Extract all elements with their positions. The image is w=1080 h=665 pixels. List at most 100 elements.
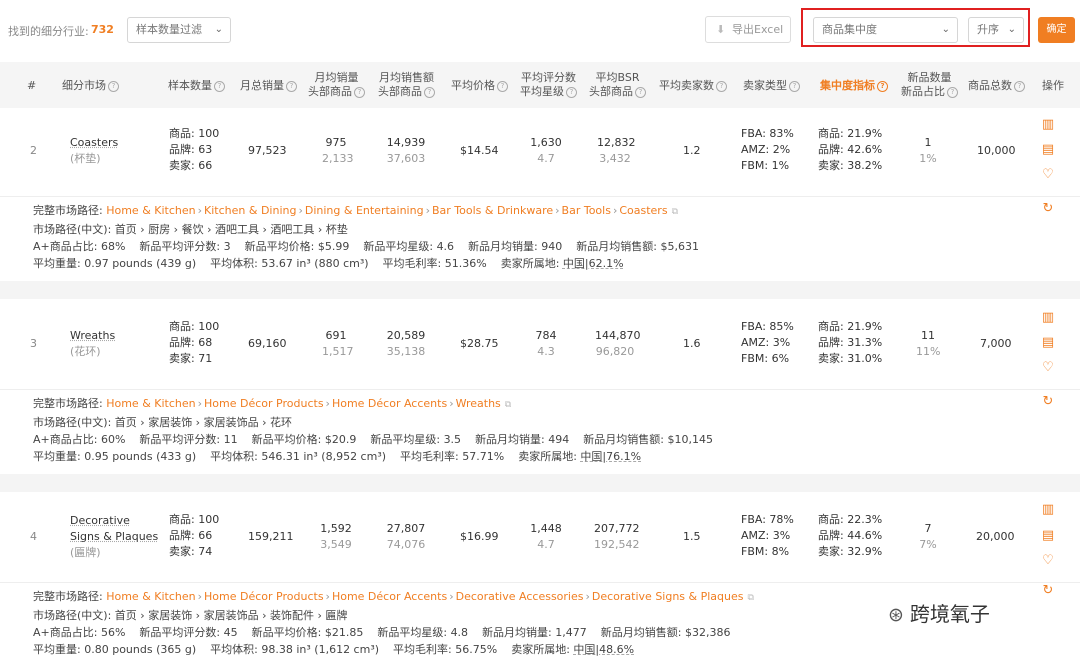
confirm-button[interactable]: 确定 [1038, 17, 1075, 43]
header-rating[interactable]: 平均评分数 平均星级? [520, 71, 577, 99]
chart-icon[interactable]: ▥ [1041, 503, 1055, 517]
new-products: 11 11% [916, 329, 941, 358]
help-icon[interactable]: ? [214, 81, 225, 92]
header-ops: 操作 [1042, 79, 1064, 92]
bsr: 207,772 192,542 [594, 522, 640, 551]
watermark: ⊛ 跨境氧子 [888, 602, 990, 626]
header-sample[interactable]: 样本数量? [168, 79, 225, 93]
help-icon[interactable]: ? [566, 87, 577, 98]
toolbar: 找到的细分行业: 732 样本数量过滤 ⌄ ⬇ 导出Excel 商品集中度 ⌄ … [0, 0, 1080, 60]
avg-sales: 975 2,133 [322, 136, 354, 165]
wechat-icon: ⊛ [888, 604, 904, 626]
market-name[interactable]: Wreaths (花环) [70, 328, 115, 360]
new-products: 1 1% [919, 136, 937, 165]
refresh-icon[interactable]: ↻ [1041, 202, 1055, 216]
chart-icon[interactable]: ▥ [1041, 311, 1055, 325]
bsr: 12,832 3,432 [597, 136, 636, 165]
rating: 1,448 4.7 [530, 522, 562, 551]
full-path[interactable]: 完整市场路径: Home & Kitchen › Home Décor Produc… [33, 588, 754, 607]
help-icon[interactable]: ? [716, 81, 727, 92]
sample-filter-select[interactable]: 样本数量过滤 ⌄ [127, 17, 231, 43]
download-icon: ⬇ [716, 23, 726, 36]
avg-price: $14.54 [460, 144, 499, 157]
sort-order-select[interactable]: 升序 ⌄ [968, 17, 1024, 43]
found-label: 找到的细分行业: [8, 25, 89, 38]
external-link-icon[interactable]: ⧉ [672, 207, 678, 217]
help-icon[interactable]: ? [947, 87, 958, 98]
divider [0, 196, 1080, 197]
export-label: 导出Excel [732, 23, 784, 36]
help-icon[interactable]: ? [424, 87, 435, 98]
header-seller-type[interactable]: 卖家类型? [743, 79, 800, 93]
market-name[interactable]: Coasters (杯垫) [70, 135, 118, 167]
export-excel-button[interactable]: ⬇ 导出Excel [705, 16, 791, 43]
seller-type: FBA: 78% AMZ: 3% FBM: 8% [741, 513, 794, 558]
market-details: 完整市场路径: Home & Kitchen › Home Décor Produc… [33, 588, 754, 656]
sample-filter-label: 样本数量过滤 [136, 23, 202, 36]
heart-icon[interactable]: ♡ [1041, 168, 1055, 182]
external-link-icon[interactable]: ⧉ [748, 593, 754, 603]
row-index: 2 [30, 144, 37, 157]
market-name[interactable]: Decorative Signs & Plaques (匾牌) [70, 513, 158, 561]
seller-type: FBA: 83% AMZ: 2% FBM: 1% [741, 127, 794, 172]
document-icon[interactable]: ▤ [1041, 336, 1055, 350]
full-path[interactable]: 完整市场路径: Home & Kitchen › Kitchen & Dining ›… [33, 202, 699, 221]
header-avg-revenue[interactable]: 月均销售额 头部商品? [378, 71, 435, 99]
help-icon[interactable]: ? [1014, 81, 1025, 92]
total-products: 7,000 [980, 337, 1012, 350]
avg-price: $28.75 [460, 337, 499, 350]
help-icon[interactable]: ? [635, 87, 646, 98]
heart-icon[interactable]: ♡ [1041, 554, 1055, 568]
sort-field-select[interactable]: 商品集中度 ⌄ [813, 17, 958, 43]
row-index: 3 [30, 337, 37, 350]
header-avg-price[interactable]: 平均价格? [451, 79, 508, 93]
header-avg-sales[interactable]: 月均销量 头部商品? [308, 71, 365, 99]
avg-price: $16.99 [460, 530, 499, 543]
chevron-down-icon: ⌄ [941, 24, 950, 35]
concentration: 商品: 21.9% 品牌: 42.6% 卖家: 38.2% [818, 127, 883, 172]
chart-icon[interactable]: ▥ [1041, 118, 1055, 132]
row-gap [0, 281, 1080, 299]
help-icon[interactable]: ? [497, 81, 508, 92]
heart-icon[interactable]: ♡ [1041, 361, 1055, 375]
header-concentration[interactable]: 集中度指标? [820, 79, 888, 93]
full-path[interactable]: 完整市场路径: Home & Kitchen › Home Décor Produc… [33, 395, 713, 414]
market-details: 完整市场路径: Home & Kitchen › Kitchen & Dining ›… [33, 202, 699, 270]
chevron-down-icon: ⌄ [1007, 24, 1016, 35]
help-icon[interactable]: ? [789, 81, 800, 92]
seller-type: FBA: 85% AMZ: 3% FBM: 6% [741, 320, 794, 365]
refresh-icon[interactable]: ↻ [1041, 584, 1055, 598]
refresh-icon[interactable]: ↻ [1041, 395, 1055, 409]
document-icon[interactable]: ▤ [1041, 143, 1055, 157]
help-icon[interactable]: ? [877, 81, 888, 92]
header-bsr[interactable]: 平均BSR 头部商品? [589, 71, 646, 99]
header-new-products[interactable]: 新品数量 新品占比? [901, 71, 958, 99]
header-sellers[interactable]: 平均卖家数? [659, 79, 727, 93]
avg-revenue: 14,939 37,603 [386, 136, 426, 165]
help-icon[interactable]: ? [354, 87, 365, 98]
total-sales: 97,523 [248, 144, 287, 157]
header-market[interactable]: 细分市场? [62, 79, 119, 93]
header-total-sales[interactable]: 月总销量? [240, 79, 297, 93]
concentration: 商品: 22.3% 品牌: 44.6% 卖家: 32.9% [818, 513, 883, 558]
help-icon[interactable]: ? [108, 81, 119, 92]
help-icon[interactable]: ? [286, 81, 297, 92]
external-link-icon[interactable]: ⧉ [505, 400, 511, 410]
sample-stats: 商品: 100 品牌: 68 卖家: 71 [169, 320, 220, 365]
concentration: 商品: 21.9% 品牌: 31.3% 卖家: 31.0% [818, 320, 883, 365]
sample-stats: 商品: 100 品牌: 63 卖家: 66 [169, 127, 220, 172]
found-count: 732 [91, 23, 114, 36]
header-total-products[interactable]: 商品总数? [968, 79, 1025, 93]
rating: 784 4.3 [535, 329, 557, 358]
avg-revenue: 27,807 74,076 [386, 522, 426, 551]
rating: 1,630 4.7 [530, 136, 562, 165]
sort-order-label: 升序 [977, 23, 999, 36]
row-gap [0, 474, 1080, 492]
total-products: 10,000 [977, 144, 1016, 157]
avg-sellers: 1.5 [683, 530, 701, 543]
avg-sellers: 1.2 [683, 144, 701, 157]
avg-sellers: 1.6 [683, 337, 701, 350]
row-index: 4 [30, 530, 37, 543]
avg-sales: 1,592 3,549 [320, 522, 352, 551]
document-icon[interactable]: ▤ [1041, 529, 1055, 543]
